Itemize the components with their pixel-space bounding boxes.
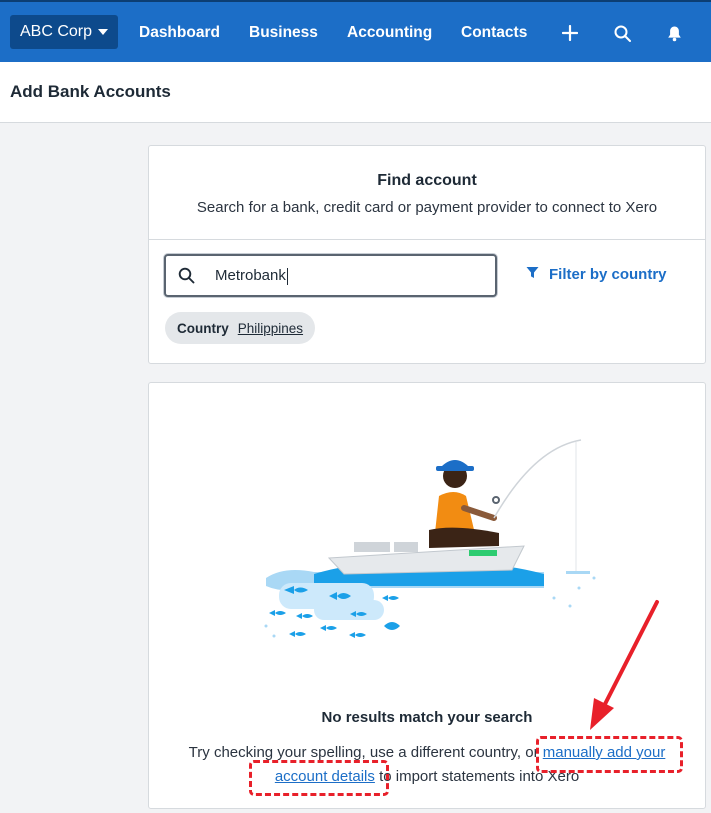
page-title: Add Bank Accounts xyxy=(10,82,171,101)
top-nav: ABC Corp Dashboard Business Accounting C… xyxy=(0,0,711,62)
bank-search-input[interactable]: Metrobank xyxy=(164,254,497,297)
divider xyxy=(149,239,705,240)
highlight-box-manually-add xyxy=(536,736,683,773)
no-results-heading: No results match your search xyxy=(321,709,533,726)
chevron-down-icon xyxy=(98,29,109,35)
plus-icon[interactable] xyxy=(559,22,581,44)
find-account-subtitle: Search for a bank, credit card or paymen… xyxy=(196,199,658,216)
page-header: Add Bank Accounts xyxy=(0,62,711,123)
nav-accounting[interactable]: Accounting xyxy=(347,24,432,42)
nav-dashboard[interactable]: Dashboard xyxy=(139,24,220,42)
find-account-title: Find account xyxy=(377,172,477,189)
bell-icon[interactable] xyxy=(663,22,685,44)
chip-value[interactable]: Philippines xyxy=(238,321,303,336)
search-icon[interactable] xyxy=(611,22,633,44)
search-icon xyxy=(178,267,195,289)
search-input-value: Metrobank xyxy=(215,267,288,285)
find-account-card: Find account Search for a bank, credit c… xyxy=(148,145,706,364)
fisherman-illustration xyxy=(264,439,596,638)
highlight-box-account-details xyxy=(249,760,389,796)
org-switcher-button[interactable]: ABC Corp xyxy=(10,15,119,49)
filter-icon xyxy=(526,266,539,283)
nav-contacts[interactable]: Contacts xyxy=(461,24,527,42)
filter-by-country-button[interactable]: Filter by country xyxy=(526,266,667,283)
country-filter-chip[interactable]: Country Philippines xyxy=(165,312,316,344)
nav-business[interactable]: Business xyxy=(249,24,318,42)
chip-label: Country xyxy=(177,320,229,336)
org-name: ABC Corp xyxy=(20,23,93,40)
filter-label: Filter by country xyxy=(549,266,667,283)
